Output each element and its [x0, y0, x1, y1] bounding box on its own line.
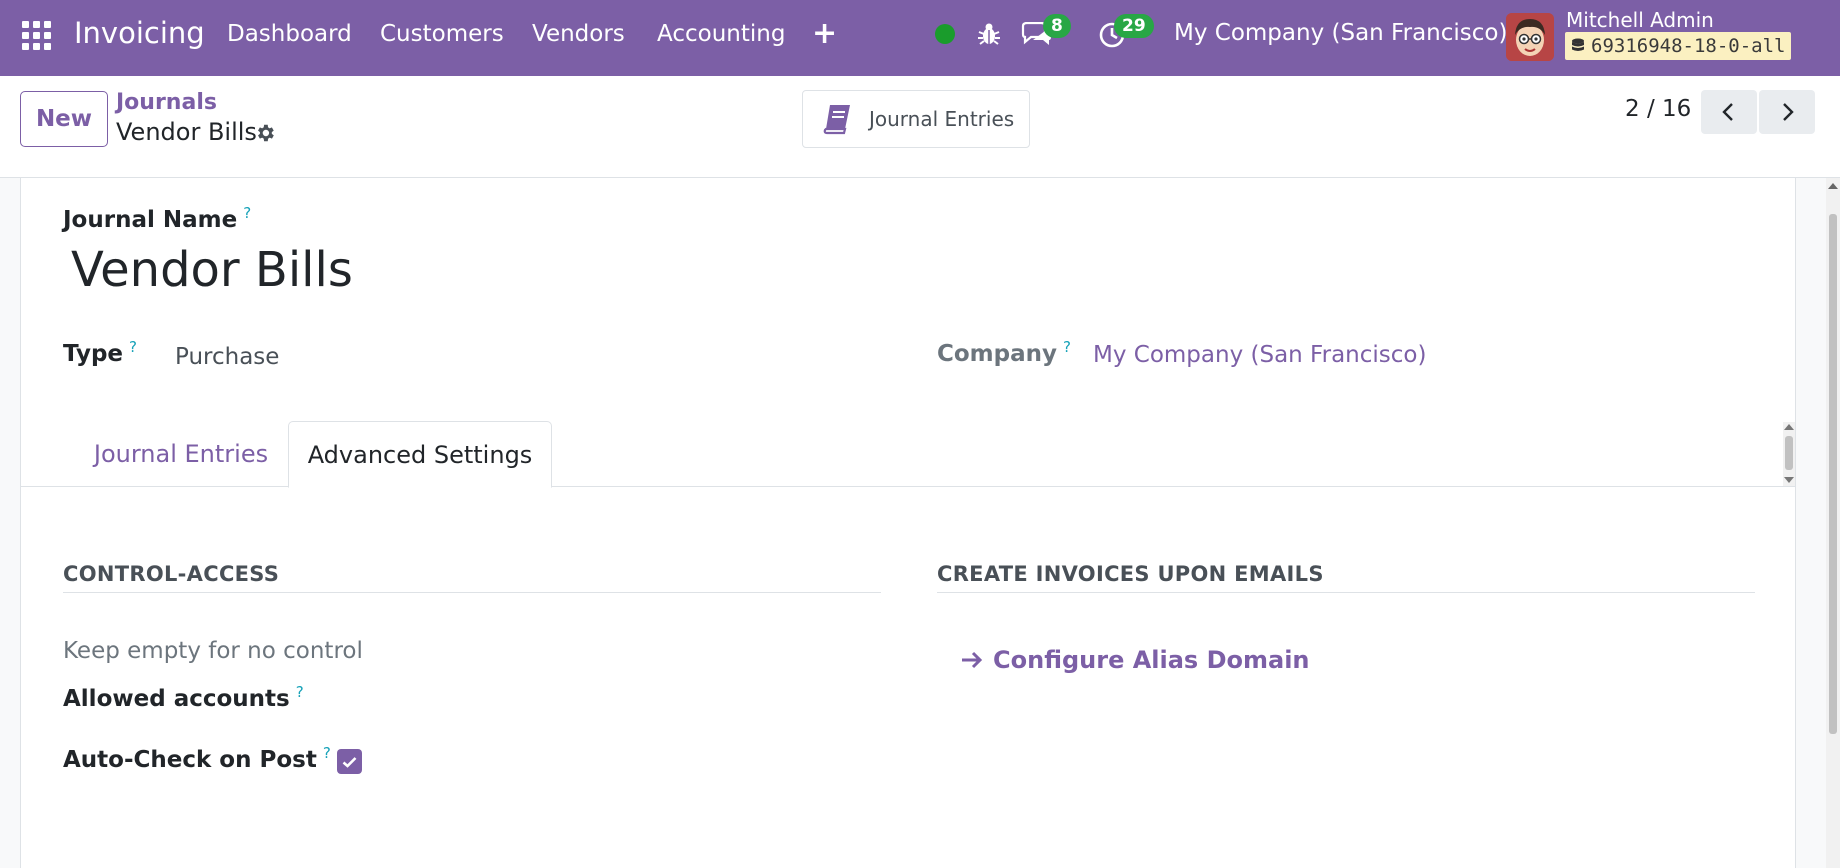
journal-name-input[interactable]: Vendor Bills	[71, 242, 353, 298]
journal-name-label: Journal Name?	[63, 204, 251, 233]
allowed-accounts-help[interactable]: ?	[296, 683, 304, 701]
database-badge: 69316948-18-0-all	[1565, 32, 1792, 60]
tab-advanced-settings[interactable]: Advanced Settings	[288, 421, 552, 488]
company-label: Company?	[937, 338, 1071, 367]
configure-alias-label: Configure Alias Domain	[993, 646, 1310, 674]
type-label-text: Type	[63, 341, 124, 367]
email-invoices-heading: CREATE INVOICES UPON EMAILS	[937, 562, 1755, 593]
notebook-tabs: Journal Entries Advanced Settings	[21, 421, 1795, 488]
company-field[interactable]: My Company (San Francisco)	[1093, 342, 1426, 368]
user-avatar[interactable]	[1506, 13, 1554, 61]
plus-icon[interactable]: +	[812, 16, 837, 51]
pager-next-button[interactable]	[1759, 90, 1815, 134]
page-scrollbar[interactable]	[1826, 178, 1840, 868]
new-button[interactable]: New	[20, 91, 108, 147]
type-field[interactable]: Purchase	[175, 344, 279, 370]
arrow-right-icon	[962, 651, 983, 669]
breadcrumb-journals[interactable]: Journals	[116, 90, 217, 115]
page-scroll-up-icon[interactable]	[1828, 183, 1838, 189]
database-icon	[1572, 38, 1584, 51]
control-panel: New Journals Vendor Bills Journal Entrie…	[0, 76, 1840, 178]
auto-check-label: Auto-Check on Post?	[63, 744, 331, 773]
tab-journal-entries[interactable]: Journal Entries	[71, 421, 291, 487]
control-access-heading: CONTROL-ACCESS	[63, 562, 881, 593]
allowed-accounts-label: Allowed accounts?	[63, 683, 304, 712]
configure-alias-link[interactable]: Configure Alias Domain	[961, 646, 1310, 674]
type-label: Type?	[63, 338, 137, 367]
auto-check-label-text: Auto-Check on Post	[63, 747, 317, 773]
checkmark-icon	[342, 756, 357, 768]
form-view: Journal Name? Vendor Bills Type? Purchas…	[0, 178, 1840, 868]
chevron-left-icon	[1722, 103, 1733, 121]
menu-accounting[interactable]: Accounting	[657, 21, 785, 47]
app-name[interactable]: Invoicing	[74, 16, 205, 50]
menu-vendors[interactable]: Vendors	[532, 21, 625, 47]
activities-badge: 29	[1114, 14, 1154, 38]
form-sheet: Journal Name? Vendor Bills Type? Purchas…	[20, 178, 1796, 868]
gear-icon[interactable]	[254, 122, 276, 144]
book-icon	[823, 105, 850, 135]
auto-check-help[interactable]: ?	[323, 744, 331, 762]
presence-status-icon	[935, 24, 955, 44]
allowed-accounts-label-text: Allowed accounts	[63, 686, 290, 712]
journal-entries-smart-button[interactable]: Journal Entries	[802, 90, 1030, 148]
company-switcher[interactable]: My Company (San Francisco)	[1174, 20, 1507, 46]
tabs-scrollbar[interactable]	[1783, 422, 1795, 486]
menu-customers[interactable]: Customers	[380, 21, 504, 47]
messages-badge: 8	[1043, 14, 1071, 38]
smart-button-label: Journal Entries	[869, 107, 1015, 131]
menu-dashboard[interactable]: Dashboard	[227, 21, 352, 47]
top-navbar: Invoicing Dashboard Customers Vendors Ac…	[0, 0, 1840, 76]
tabs-scrollbar-thumb[interactable]	[1785, 436, 1793, 470]
control-access-help: Keep empty for no control	[63, 638, 363, 664]
database-name: 69316948-18-0-all	[1591, 35, 1786, 57]
avatar-image-icon	[1506, 13, 1554, 61]
company-label-text: Company	[937, 341, 1057, 367]
journal-name-label-text: Journal Name	[63, 207, 238, 233]
auto-check-checkbox[interactable]	[337, 749, 362, 774]
type-help[interactable]: ?	[129, 338, 137, 356]
chevron-right-icon	[1783, 103, 1794, 121]
scroll-down-arrow-icon[interactable]	[1784, 477, 1794, 483]
pager-previous-button[interactable]	[1701, 90, 1757, 134]
user-name[interactable]: Mitchell Admin	[1566, 8, 1714, 32]
bug-icon[interactable]	[978, 22, 1000, 46]
page-scrollbar-thumb[interactable]	[1829, 214, 1837, 734]
company-help[interactable]: ?	[1063, 338, 1071, 356]
app-grid-icon[interactable]	[22, 21, 52, 51]
pager-value[interactable]: 2 / 16	[1625, 96, 1691, 122]
scroll-up-arrow-icon[interactable]	[1784, 424, 1794, 430]
journal-name-help[interactable]: ?	[243, 204, 251, 222]
breadcrumb-current: Vendor Bills	[116, 118, 257, 146]
